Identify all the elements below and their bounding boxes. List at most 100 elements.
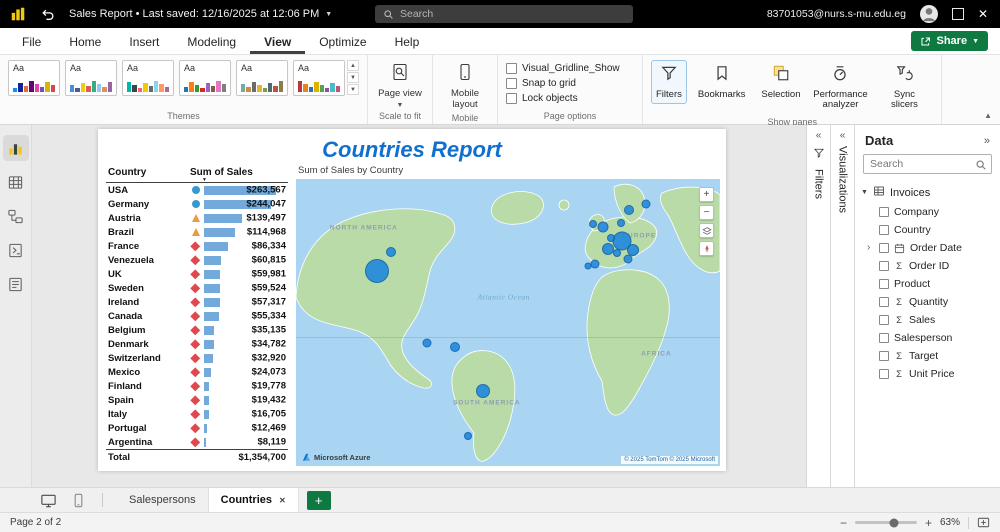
table-row-argentina[interactable]: Argentina$8,119 xyxy=(106,435,288,449)
map-bubble-brazil[interactable] xyxy=(476,384,490,398)
report-view-button[interactable] xyxy=(3,135,29,161)
sync-slicers-pane-button[interactable]: Sync slicers xyxy=(875,60,933,115)
map-bubble-switzerland[interactable] xyxy=(613,249,621,257)
map-bubble-spain[interactable] xyxy=(591,259,600,268)
azure-map[interactable]: NORTH AMERICAEUROPEAFRICASOUTH AMERICAAt… xyxy=(296,179,720,466)
collapse-data-pane-icon[interactable]: » xyxy=(984,135,990,147)
field-order-id[interactable]: ΣOrder ID xyxy=(855,257,1000,275)
close-tab-icon[interactable]: ✕ xyxy=(279,496,286,505)
table-row-venezuela[interactable]: Venezuela$60,815 xyxy=(106,253,288,267)
page-tab-salespersons[interactable]: Salespersons xyxy=(117,488,208,513)
filters-pane-button[interactable]: Filters xyxy=(651,60,687,104)
zoom-out-button[interactable]: − xyxy=(699,205,714,220)
snap-to-grid-checkbox[interactable]: Snap to grid xyxy=(506,78,634,89)
model-view-button[interactable] xyxy=(3,203,29,229)
menu-tab-file[interactable]: File xyxy=(8,28,55,54)
map-bubble-usa[interactable] xyxy=(365,259,389,283)
expand-chevron-icon[interactable]: › xyxy=(867,244,874,252)
field-quantity[interactable]: ΣQuantity xyxy=(855,293,1000,311)
global-search-box[interactable] xyxy=(375,5,633,23)
zoom-in-button[interactable]: + xyxy=(699,187,714,202)
menu-tab-help[interactable]: Help xyxy=(381,28,434,54)
field-salesperson[interactable]: Salesperson xyxy=(855,329,1000,347)
map-bubble-canada[interactable] xyxy=(386,247,396,257)
column-header-country[interactable]: Country xyxy=(106,165,190,182)
table-row-portugal[interactable]: Portugal$12,469 xyxy=(106,421,288,435)
mobile-layout-button[interactable]: Mobile layout xyxy=(441,60,489,111)
fit-to-page-button[interactable] xyxy=(977,516,990,529)
theme-card-6[interactable]: Aa xyxy=(293,60,345,96)
zoom-in-button[interactable]: + xyxy=(925,517,932,529)
page-tab-countries[interactable]: Countries✕ xyxy=(208,488,299,513)
map-bubble-venezuela[interactable] xyxy=(450,342,460,352)
table-header[interactable]: Country Sum of Sales ▼ xyxy=(106,165,288,183)
sales-table-visual[interactable]: Country Sum of Sales ▼ USA$263,567German… xyxy=(106,165,288,465)
map-bubble-uk[interactable] xyxy=(598,222,609,233)
table-row-germany[interactable]: Germany$244,047 xyxy=(106,197,288,211)
zoom-out-button[interactable]: − xyxy=(840,517,847,529)
field-checkbox[interactable] xyxy=(879,351,889,361)
field-checkbox[interactable] xyxy=(879,315,889,325)
performance-analyzer-pane-button[interactable]: Performance analyzer xyxy=(811,60,869,115)
table-row-uk[interactable]: UK$59,981 xyxy=(106,267,288,281)
theme-scroll-down-button[interactable]: ▼ xyxy=(347,72,359,83)
desktop-view-icon[interactable] xyxy=(38,490,58,510)
table-node-invoices[interactable]: ▼ Invoices xyxy=(855,182,1000,203)
undo-icon[interactable] xyxy=(40,7,55,22)
selection-pane-button[interactable]: Selection xyxy=(756,60,805,104)
theme-card-2[interactable]: Aa xyxy=(65,60,117,96)
report-page[interactable]: Countries Report Country Sum of Sales ▼ … xyxy=(98,129,726,471)
theme-card-3[interactable]: Aa xyxy=(122,60,174,96)
field-checkbox[interactable] xyxy=(879,333,889,343)
share-button[interactable]: Share ▼ xyxy=(911,31,988,51)
account-email[interactable]: 83701053@nurs.s-mu.edu.eg xyxy=(767,8,906,20)
field-search-input[interactable] xyxy=(864,158,991,170)
theme-card-1[interactable]: Aa xyxy=(8,60,60,96)
field-search-box[interactable] xyxy=(863,154,992,174)
close-button[interactable]: ✕ xyxy=(978,8,988,20)
field-company[interactable]: Company xyxy=(855,203,1000,221)
report-canvas[interactable]: Countries Report Country Sum of Sales ▼ … xyxy=(32,125,806,487)
table-row-usa[interactable]: USA$263,567 xyxy=(106,183,288,197)
collapse-ribbon-icon[interactable]: ▲ xyxy=(984,111,992,120)
map-bubble-denmark[interactable] xyxy=(617,219,625,227)
field-order-date[interactable]: ›Order Date xyxy=(855,239,1000,257)
table-row-ireland[interactable]: Ireland$57,317 xyxy=(106,295,288,309)
maximize-button[interactable] xyxy=(952,8,964,20)
field-unit-price[interactable]: ΣUnit Price xyxy=(855,365,1000,383)
document-title[interactable]: Sales Report • Last saved: 12/16/2025 at… xyxy=(69,8,319,20)
table-row-sweden[interactable]: Sweden$59,524 xyxy=(106,281,288,295)
theme-card-4[interactable]: Aa xyxy=(179,60,231,96)
field-target[interactable]: ΣTarget xyxy=(855,347,1000,365)
field-checkbox[interactable] xyxy=(879,207,889,217)
zoom-slider[interactable] xyxy=(855,521,917,524)
field-product[interactable]: Product xyxy=(855,275,1000,293)
map-visual[interactable]: Sum of Sales by Country xyxy=(296,165,720,465)
map-bubble-ireland[interactable] xyxy=(589,220,597,228)
field-checkbox[interactable] xyxy=(879,243,889,253)
zoom-slider-handle[interactable] xyxy=(890,518,899,527)
field-sales[interactable]: ΣSales xyxy=(855,311,1000,329)
map-bubble-france[interactable] xyxy=(602,243,614,255)
new-page-button[interactable]: + xyxy=(307,491,331,510)
search-input[interactable] xyxy=(400,8,625,20)
table-row-france[interactable]: France$86,334 xyxy=(106,239,288,253)
field-country[interactable]: Country xyxy=(855,221,1000,239)
map-style-button[interactable] xyxy=(699,223,714,238)
menu-tab-home[interactable]: Home xyxy=(55,28,115,54)
mobile-view-icon[interactable] xyxy=(68,490,88,510)
account-avatar[interactable] xyxy=(920,5,938,23)
map-bubble-italy[interactable] xyxy=(623,255,632,264)
menu-tab-optimize[interactable]: Optimize xyxy=(305,28,380,54)
field-checkbox[interactable] xyxy=(879,261,889,271)
map-bubble-sweden[interactable] xyxy=(624,205,634,215)
table-row-canada[interactable]: Canada$55,334 xyxy=(106,309,288,323)
menu-tab-view[interactable]: View xyxy=(250,28,305,54)
title-chevron-down-icon[interactable]: ▼ xyxy=(325,11,332,18)
table-row-finland[interactable]: Finland$19,778 xyxy=(106,379,288,393)
table-row-belgium[interactable]: Belgium$35,135 xyxy=(106,323,288,337)
lock-objects-checkbox[interactable]: Lock objects xyxy=(506,93,634,104)
page-view-button[interactable]: Page view ▼ xyxy=(376,60,424,109)
table-row-switzerland[interactable]: Switzerland$32,920 xyxy=(106,351,288,365)
bookmarks-pane-button[interactable]: Bookmarks xyxy=(693,60,751,104)
